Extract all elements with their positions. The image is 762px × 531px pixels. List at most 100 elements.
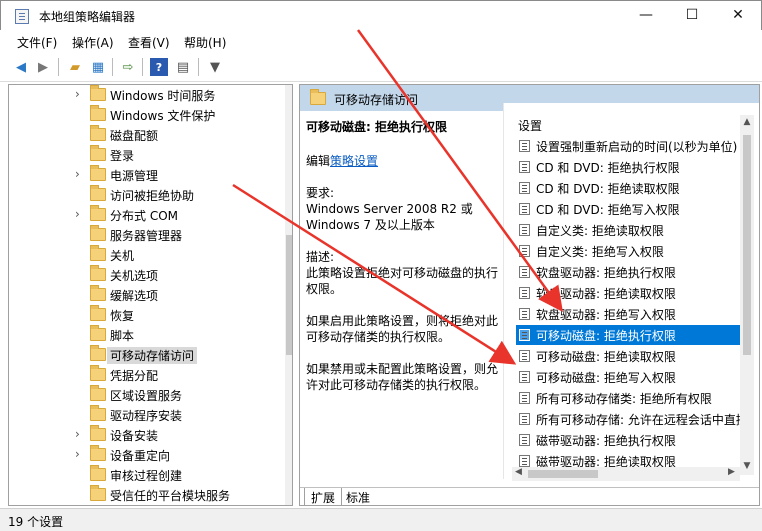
tree-item[interactable]: › 电源管理: [9, 165, 279, 185]
policy-setting-row[interactable]: CD 和 DVD: 拒绝写入权限: [516, 199, 746, 219]
expand-chevron-icon[interactable]: ›: [75, 447, 80, 461]
tree-item[interactable]: 脚本: [9, 325, 279, 345]
expand-chevron-icon[interactable]: ›: [75, 207, 80, 221]
policy-setting-icon: [519, 245, 530, 257]
policy-setting-row[interactable]: 软盘驱动器: 拒绝读取权限: [516, 283, 746, 303]
tree-item[interactable]: 审核过程创建: [9, 465, 279, 485]
tree-item[interactable]: 服务器管理器: [9, 225, 279, 245]
policy-setting-label: 设置强制重新启动的时间(以秒为单位): [536, 140, 738, 154]
policy-setting-icon: [519, 350, 530, 362]
tree-item[interactable]: › 分布式 COM: [9, 205, 279, 225]
policy-setting-row[interactable]: 可移动磁盘: 拒绝读取权限: [516, 346, 746, 366]
policy-setting-row[interactable]: 磁带驱动器: 拒绝执行权限: [516, 430, 746, 450]
tree-item-label: 驱动程序安装: [110, 409, 183, 423]
policy-setting-icon: [519, 266, 530, 278]
tree-item[interactable]: 缓解选项: [9, 285, 279, 305]
scroll-down-arrow[interactable]: ▼: [740, 461, 754, 471]
maximize-button[interactable]: ☐: [669, 1, 715, 31]
folder-icon: [310, 89, 326, 105]
policy-setting-label: 所有可移动存储类: 拒绝所有权限: [536, 392, 712, 406]
policy-setting-row[interactable]: 自定义类: 拒绝读取权限: [516, 220, 746, 240]
folder-icon: [90, 305, 106, 321]
list-horizontal-scrollbar[interactable]: ◀ ▶: [512, 467, 740, 481]
tree-item[interactable]: 凭据分配: [9, 365, 279, 385]
tree-item-label: 分布式 COM: [110, 209, 178, 223]
tree-item[interactable]: › Windows 时间服务: [9, 85, 279, 105]
tab-standard[interactable]: 标准: [340, 488, 376, 505]
policy-setting-row[interactable]: 所有可移动存储类: 拒绝所有权限: [516, 388, 746, 408]
policy-setting-label: 软盘驱动器: 拒绝执行权限: [536, 266, 676, 280]
policy-setting-row[interactable]: 可移动磁盘: 拒绝写入权限: [516, 367, 746, 387]
tree-item[interactable]: 访问被拒绝协助: [9, 185, 279, 205]
folder-icon: [90, 205, 106, 221]
policy-title: 可移动磁盘: 拒绝执行权限: [306, 120, 447, 134]
help-icon[interactable]: ?: [150, 58, 168, 76]
tree-item[interactable]: Windows 文件保护: [9, 105, 279, 125]
tree-item[interactable]: 可移动存储访问: [9, 345, 279, 365]
tree-item[interactable]: 区域设置服务: [9, 385, 279, 405]
policy-setting-row[interactable]: 自定义类: 拒绝写入权限: [516, 241, 746, 261]
policy-setting-label: 可移动磁盘: 拒绝读取权限: [536, 350, 676, 364]
tree-item[interactable]: 关机: [9, 245, 279, 265]
policy-setting-icon: [519, 182, 530, 194]
close-button[interactable]: ✕: [715, 1, 761, 31]
menu-action[interactable]: 操作(A): [72, 34, 114, 51]
list-vertical-scrollbar[interactable]: ▲ ▼: [740, 115, 754, 475]
edit-policy-link[interactable]: 策略设置: [330, 154, 378, 168]
folder-icon: [90, 345, 106, 361]
menu-file[interactable]: 文件(F): [17, 34, 57, 51]
scroll-up-arrow[interactable]: ▲: [740, 117, 754, 127]
back-icon[interactable]: ◀: [12, 58, 30, 76]
tree-item-label: Windows 时间服务: [110, 89, 216, 103]
tree-scrollbar[interactable]: [285, 85, 292, 505]
disable-text: 如果禁用或未配置此策略设置，则允许对此可移动存储类的执行权限。: [306, 362, 499, 392]
policy-setting-row[interactable]: 软盘驱动器: 拒绝写入权限: [516, 304, 746, 324]
window-title: 本地组策略编辑器: [39, 10, 136, 24]
menu-help[interactable]: 帮助(H): [184, 34, 226, 51]
forward-icon[interactable]: ▶: [34, 58, 52, 76]
minimize-button[interactable]: —: [623, 1, 669, 31]
show-hide-tree-icon[interactable]: ▦: [89, 58, 107, 76]
tree-item[interactable]: 登录: [9, 145, 279, 165]
tree-item[interactable]: › 设备安装: [9, 425, 279, 445]
view-tabs: 扩展 标准: [300, 487, 759, 505]
tree-item[interactable]: 关机选项: [9, 265, 279, 285]
expand-chevron-icon[interactable]: ›: [75, 167, 80, 181]
edit-policy-line: 编辑策略设置: [306, 154, 379, 168]
scroll-right-arrow[interactable]: ▶: [728, 467, 735, 477]
tree-item[interactable]: 受信任的平台模块服务: [9, 485, 279, 505]
policy-setting-label: 可移动磁盘: 拒绝写入权限: [536, 371, 676, 385]
expand-chevron-icon[interactable]: ›: [75, 427, 80, 441]
policy-setting-row[interactable]: 软盘驱动器: 拒绝执行权限: [516, 262, 746, 282]
menu-bar: 文件(F) 操作(A) 查看(V) 帮助(H): [0, 30, 762, 52]
scroll-left-arrow[interactable]: ◀: [515, 467, 522, 477]
policy-setting-row[interactable]: 可移动磁盘: 拒绝执行权限: [516, 325, 746, 345]
status-text: 19 个设置: [8, 515, 64, 529]
tree-item-label: 凭据分配: [110, 369, 159, 383]
menu-view[interactable]: 查看(V): [128, 34, 170, 51]
policy-setting-label: 自定义类: 拒绝写入权限: [536, 245, 664, 259]
tree-item[interactable]: 驱动程序安装: [9, 405, 279, 425]
tree-item-label: Windows 文件保护: [110, 109, 216, 123]
policy-setting-row[interactable]: CD 和 DVD: 拒绝读取权限: [516, 178, 746, 198]
up-folder-icon[interactable]: ▰: [66, 58, 84, 76]
tree-item-label: 可移动存储访问: [107, 347, 198, 364]
tree-item[interactable]: 恢复: [9, 305, 279, 325]
policy-setting-icon: [519, 140, 530, 152]
tree-item[interactable]: 磁盘配额: [9, 125, 279, 145]
export-list-icon[interactable]: ⇨: [119, 58, 137, 76]
details-pane: 可移动存储访问 可移动磁盘: 拒绝执行权限 编辑策略设置 要求: Windows …: [299, 84, 760, 506]
tree-item[interactable]: › 设备重定向: [9, 445, 279, 465]
tab-extended[interactable]: 扩展: [304, 488, 343, 505]
properties-icon[interactable]: ▤: [174, 58, 192, 76]
tree-item-label: 关机选项: [110, 269, 159, 283]
filter-icon[interactable]: ▼: [206, 58, 224, 76]
expand-chevron-icon[interactable]: ›: [75, 87, 80, 101]
folder-icon: [90, 145, 106, 161]
policy-description: 可移动磁盘: 拒绝执行权限 编辑策略设置 要求: Windows Server 2…: [306, 119, 501, 409]
column-header-setting[interactable]: 设置: [518, 117, 542, 134]
policy-setting-icon: [519, 413, 530, 425]
policy-setting-row[interactable]: CD 和 DVD: 拒绝执行权限: [516, 157, 746, 177]
policy-setting-row[interactable]: 设置强制重新启动的时间(以秒为单位): [516, 136, 746, 156]
policy-setting-row[interactable]: 所有可移动存储: 允许在远程会话中直接: [516, 409, 746, 429]
